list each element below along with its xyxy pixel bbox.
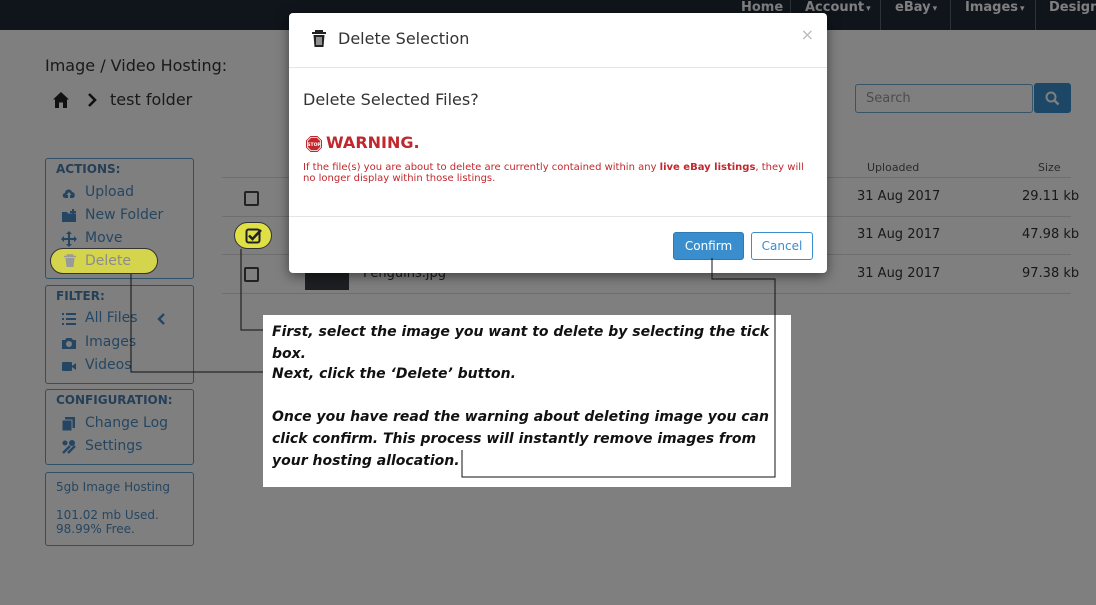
- confirm-connector: [461, 258, 776, 478]
